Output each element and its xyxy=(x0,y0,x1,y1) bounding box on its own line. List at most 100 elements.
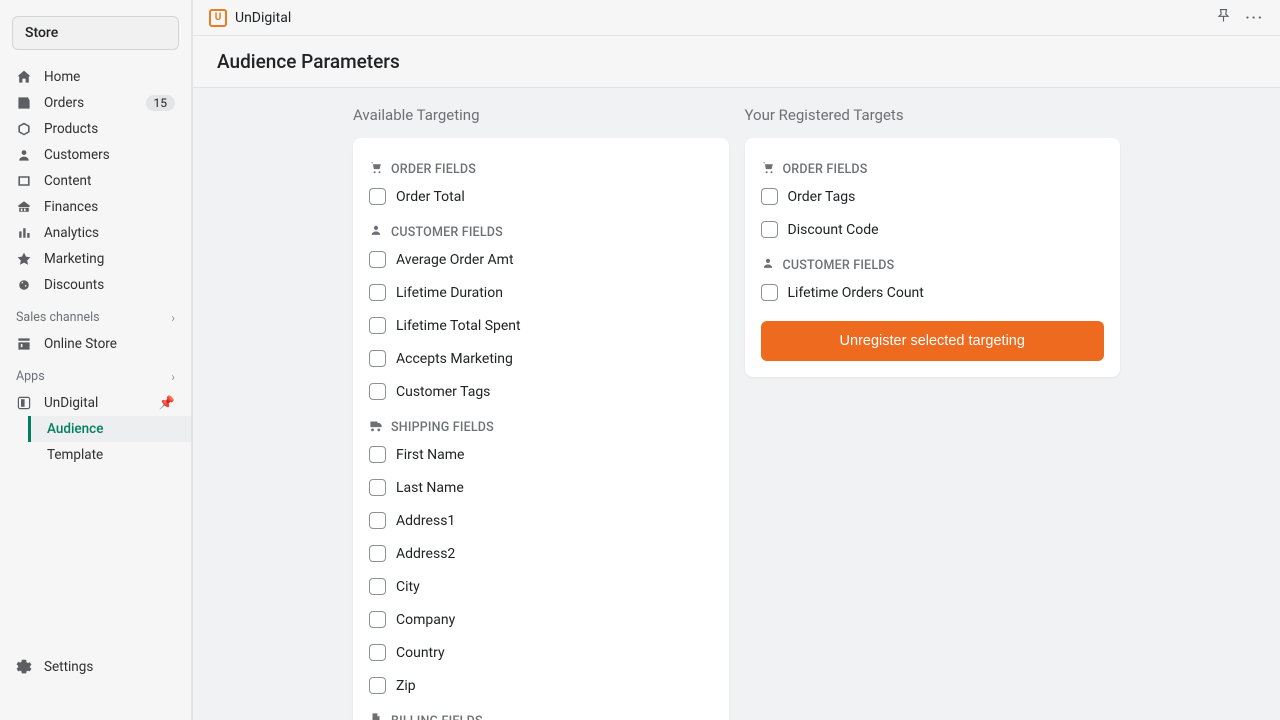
sidebar-item-content[interactable]: Content xyxy=(0,168,191,194)
app-logo-icon: U xyxy=(209,9,227,27)
field-label: Lifetime Total Spent xyxy=(396,318,521,334)
sidebar-item-discounts[interactable]: Discounts xyxy=(0,272,191,298)
header-actions: ··· xyxy=(1216,8,1264,27)
checkbox[interactable] xyxy=(369,446,386,463)
field-row[interactable]: Zip xyxy=(369,669,713,702)
checkbox[interactable] xyxy=(369,479,386,496)
chevron-right-icon: › xyxy=(171,370,175,384)
field-label: Accepts Marketing xyxy=(396,351,513,367)
field-row[interactable]: First Name xyxy=(369,438,713,471)
content-icon xyxy=(16,173,32,189)
field-row[interactable]: Country xyxy=(369,636,713,669)
field-row[interactable]: Lifetime Total Spent xyxy=(369,309,713,342)
apps-label: Apps xyxy=(16,369,45,384)
pin-icon[interactable]: 📌 xyxy=(159,396,175,411)
checkbox[interactable] xyxy=(369,644,386,661)
orders-icon xyxy=(16,95,32,111)
nav-label: UnDigital xyxy=(44,395,98,411)
checkbox[interactable] xyxy=(369,188,386,205)
available-card: ORDER FIELDSOrder Total CUSTOMER FIELDS Av… xyxy=(353,138,729,720)
group-header-order-fields: ORDER FIELDS xyxy=(369,154,713,180)
main-content: U UnDigital ··· Audience Parameters Avai… xyxy=(192,0,1280,720)
content-area: Available Targeting ORDER FIELDSOrder To… xyxy=(193,88,1280,720)
nav-label: Content xyxy=(44,173,91,189)
field-row[interactable]: Lifetime Duration xyxy=(369,276,713,309)
app-title: UnDigital xyxy=(235,10,291,26)
field-label: Lifetime Orders Count xyxy=(788,285,924,301)
registered-targets-column: Your Registered Targets ORDER FIELDSOrde… xyxy=(745,106,1121,702)
checkbox[interactable] xyxy=(369,350,386,367)
checkbox[interactable] xyxy=(369,317,386,334)
field-row[interactable]: Order Total xyxy=(369,180,713,213)
app-icon xyxy=(16,395,32,411)
app-header: U UnDigital ··· xyxy=(193,0,1280,36)
sales-channels-header[interactable]: Sales channels › xyxy=(0,298,191,331)
checkbox[interactable] xyxy=(369,611,386,628)
subnav-audience[interactable]: Audience xyxy=(28,416,191,442)
field-row[interactable]: Customer Tags xyxy=(369,375,713,408)
sidebar-item-products[interactable]: Products xyxy=(0,116,191,142)
sidebar-item-finances[interactable]: Finances xyxy=(0,194,191,220)
products-icon xyxy=(16,121,32,137)
available-targeting-column: Available Targeting ORDER FIELDSOrder To… xyxy=(353,106,729,702)
checkbox[interactable] xyxy=(369,284,386,301)
field-row[interactable]: City xyxy=(369,570,713,603)
checkbox[interactable] xyxy=(761,284,778,301)
field-row[interactable]: Lifetime Orders Count xyxy=(761,276,1105,309)
nav-label: Products xyxy=(44,121,98,137)
nav-label: Orders xyxy=(44,95,84,111)
sidebar-item-analytics[interactable]: Analytics xyxy=(0,220,191,246)
group-label: ORDER FIELDS xyxy=(783,162,868,177)
field-row[interactable]: Address1 xyxy=(369,504,713,537)
field-label: Order Tags xyxy=(788,189,856,205)
person-icon xyxy=(369,223,383,241)
sidebar-item-home[interactable]: Home xyxy=(0,64,191,90)
nav-label: Marketing xyxy=(44,251,104,267)
sidebar-item-settings[interactable]: Settings xyxy=(0,654,191,680)
group-label: SHIPPING FIELDS xyxy=(391,420,494,435)
gear-icon xyxy=(16,659,32,675)
nav-label: Online Store xyxy=(44,336,117,352)
sidebar-item-customers[interactable]: Customers xyxy=(0,142,191,168)
sidebar-item-online-store[interactable]: Online Store xyxy=(0,331,191,357)
cart-icon xyxy=(761,160,775,178)
field-row[interactable]: Accepts Marketing xyxy=(369,342,713,375)
field-label: Lifetime Duration xyxy=(396,285,503,301)
store-selector[interactable]: Store xyxy=(12,16,179,50)
subnav-template[interactable]: Template xyxy=(31,442,191,468)
home-icon xyxy=(16,69,32,85)
field-row[interactable]: Discount Code xyxy=(761,213,1105,246)
more-icon[interactable]: ··· xyxy=(1245,10,1264,26)
marketing-icon xyxy=(16,251,32,267)
field-row[interactable]: Order Tags xyxy=(761,180,1105,213)
analytics-icon xyxy=(16,225,32,241)
group-header-billing-fields: BILLING FIELDS xyxy=(369,706,713,720)
sidebar-item-marketing[interactable]: Marketing xyxy=(0,246,191,272)
checkbox[interactable] xyxy=(761,221,778,238)
sidebar-item-undigital[interactable]: UnDigital 📌 xyxy=(0,390,191,416)
checkbox[interactable] xyxy=(369,545,386,562)
group-label: CUSTOMER FIELDS xyxy=(391,225,503,240)
checkbox[interactable] xyxy=(761,188,778,205)
finances-icon xyxy=(16,199,32,215)
field-row[interactable]: Company xyxy=(369,603,713,636)
field-label: Country xyxy=(396,645,445,661)
checkbox[interactable] xyxy=(369,677,386,694)
field-row[interactable]: Average Order Amt xyxy=(369,243,713,276)
checkbox[interactable] xyxy=(369,578,386,595)
field-label: Average Order Amt xyxy=(396,252,514,268)
field-label: Last Name xyxy=(396,480,464,496)
pin-icon[interactable] xyxy=(1216,8,1231,27)
unregister-button[interactable]: Unregister selected targeting xyxy=(761,321,1105,361)
field-row[interactable]: Last Name xyxy=(369,471,713,504)
checkbox[interactable] xyxy=(369,383,386,400)
nav-label: Finances xyxy=(44,199,98,215)
field-row[interactable]: Address2 xyxy=(369,537,713,570)
checkbox[interactable] xyxy=(369,512,386,529)
group-label: BILLING FIELDS xyxy=(391,714,483,720)
sidebar-footer: Settings xyxy=(0,654,191,720)
sidebar-item-orders[interactable]: Orders15 xyxy=(0,90,191,116)
apps-header[interactable]: Apps › xyxy=(0,357,191,390)
checkbox[interactable] xyxy=(369,251,386,268)
app-subnav: AudienceTemplate xyxy=(0,416,191,468)
